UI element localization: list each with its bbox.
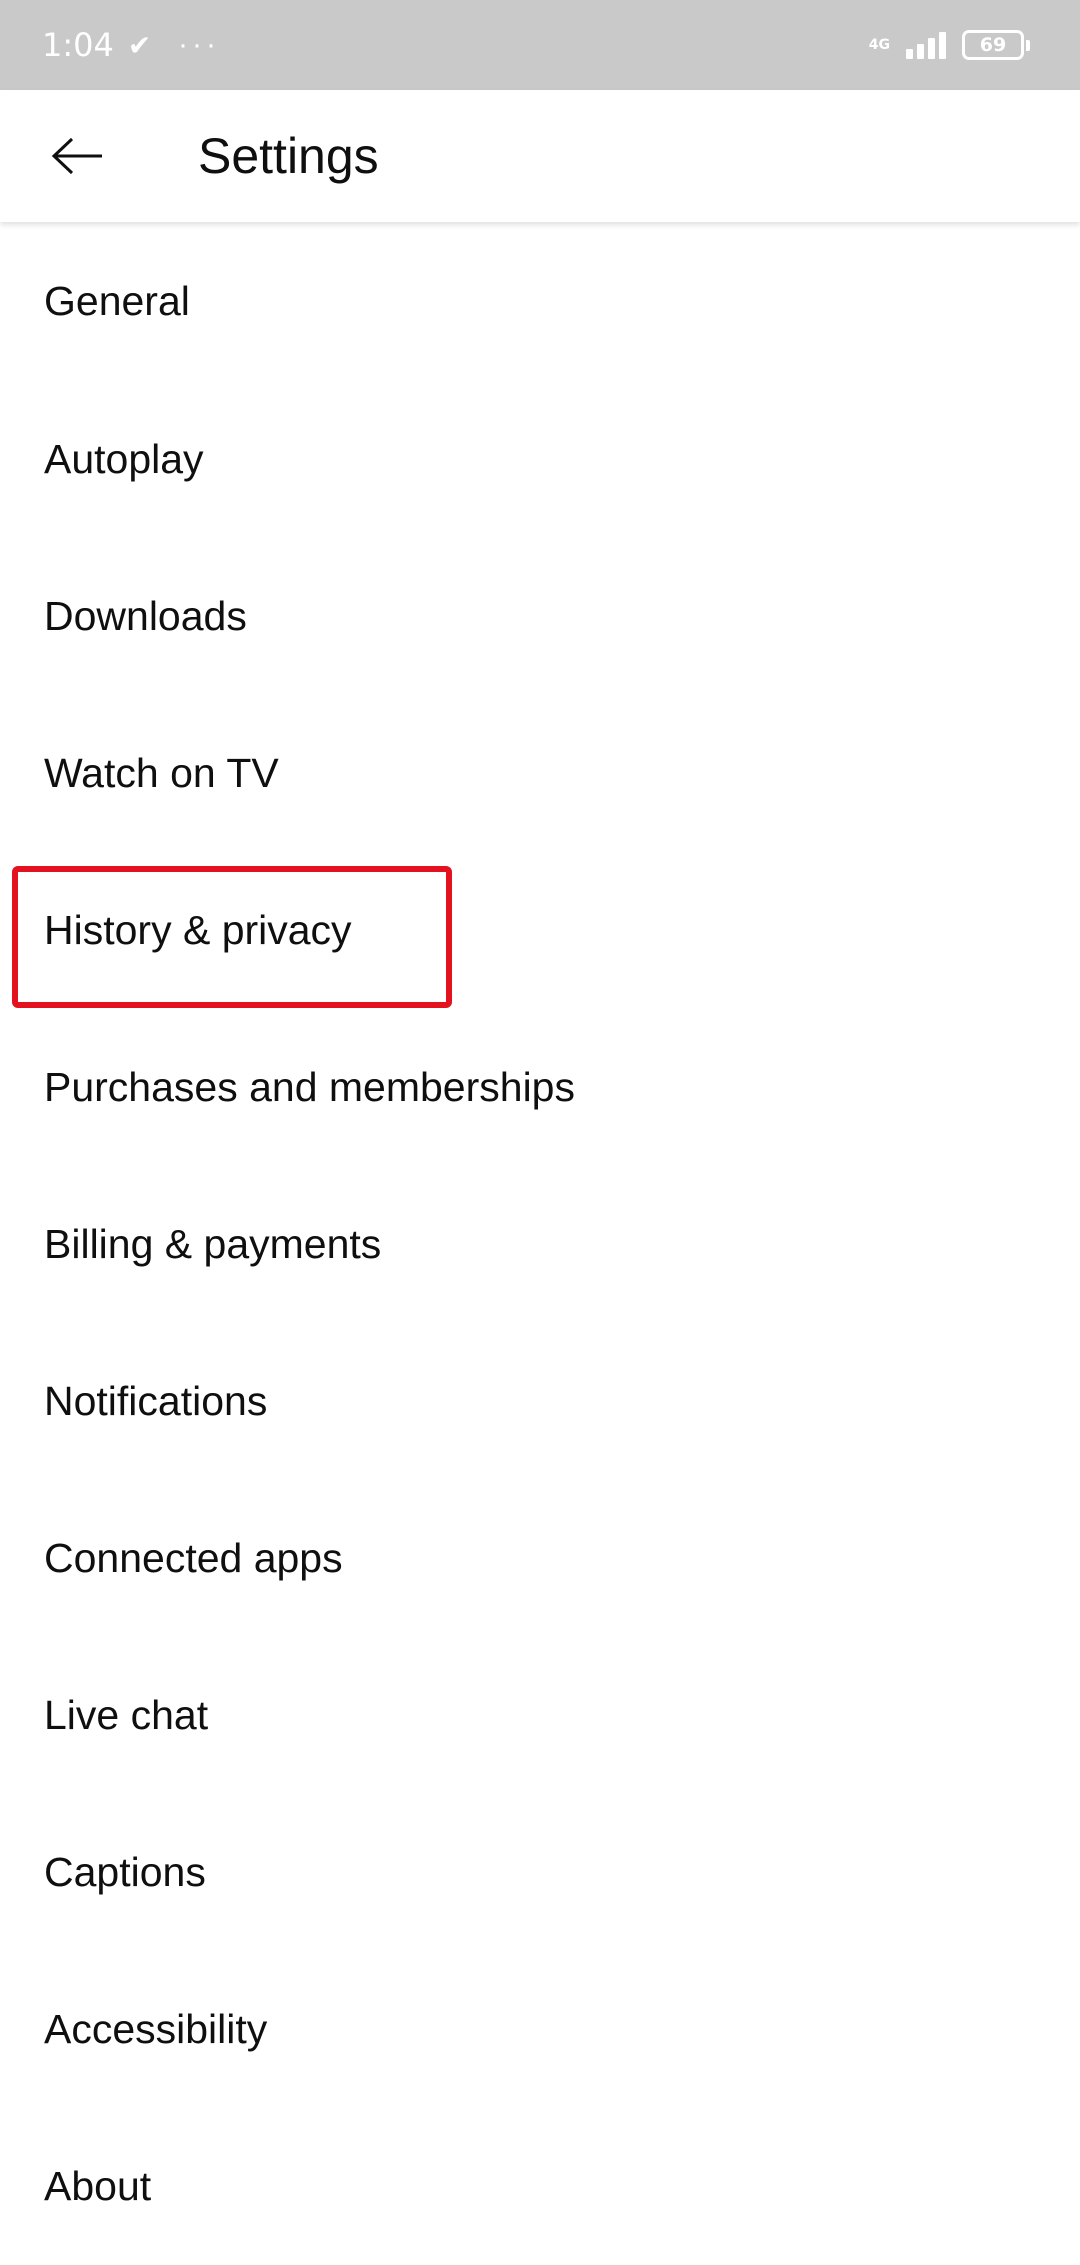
status-bar: 1:04 ✔ ··· 4G 69 [0, 0, 1080, 90]
battery-icon: 69 [962, 30, 1030, 60]
more-notifications-icon: ··· [178, 28, 220, 61]
settings-item-general[interactable]: General [0, 222, 1080, 381]
settings-list: General Autoplay Downloads Watch on TV H… [0, 222, 1080, 2265]
check-icon: ✔ [127, 28, 152, 62]
signal-icon [906, 31, 946, 59]
settings-item-accessibility[interactable]: Accessibility [0, 1951, 1080, 2108]
arrow-left-icon [51, 137, 102, 175]
settings-item-watch-on-tv[interactable]: Watch on TV [0, 695, 1080, 852]
app-bar: Settings [0, 90, 1080, 222]
settings-item-live-chat[interactable]: Live chat [0, 1637, 1080, 1794]
settings-item-captions[interactable]: Captions [0, 1794, 1080, 1951]
battery-level: 69 [979, 34, 1007, 56]
settings-item-downloads[interactable]: Downloads [0, 538, 1080, 695]
settings-item-purchases-memberships[interactable]: Purchases and memberships [0, 1009, 1080, 1166]
settings-item-autoplay[interactable]: Autoplay [0, 381, 1080, 538]
settings-item-billing-payments[interactable]: Billing & payments [0, 1166, 1080, 1323]
status-time-group: 1:04 ✔ [42, 0, 151, 90]
back-button[interactable] [36, 114, 120, 198]
status-indicators: 4G 69 [868, 0, 1030, 90]
settings-item-history-privacy[interactable]: History & privacy [0, 852, 1080, 1009]
network-type: 4G [868, 37, 890, 53]
settings-item-connected-apps[interactable]: Connected apps [0, 1480, 1080, 1637]
settings-item-about[interactable]: About [0, 2108, 1080, 2265]
status-time: 1:04 [42, 26, 114, 64]
settings-item-notifications[interactable]: Notifications [0, 1323, 1080, 1480]
page-title: Settings [198, 128, 379, 184]
